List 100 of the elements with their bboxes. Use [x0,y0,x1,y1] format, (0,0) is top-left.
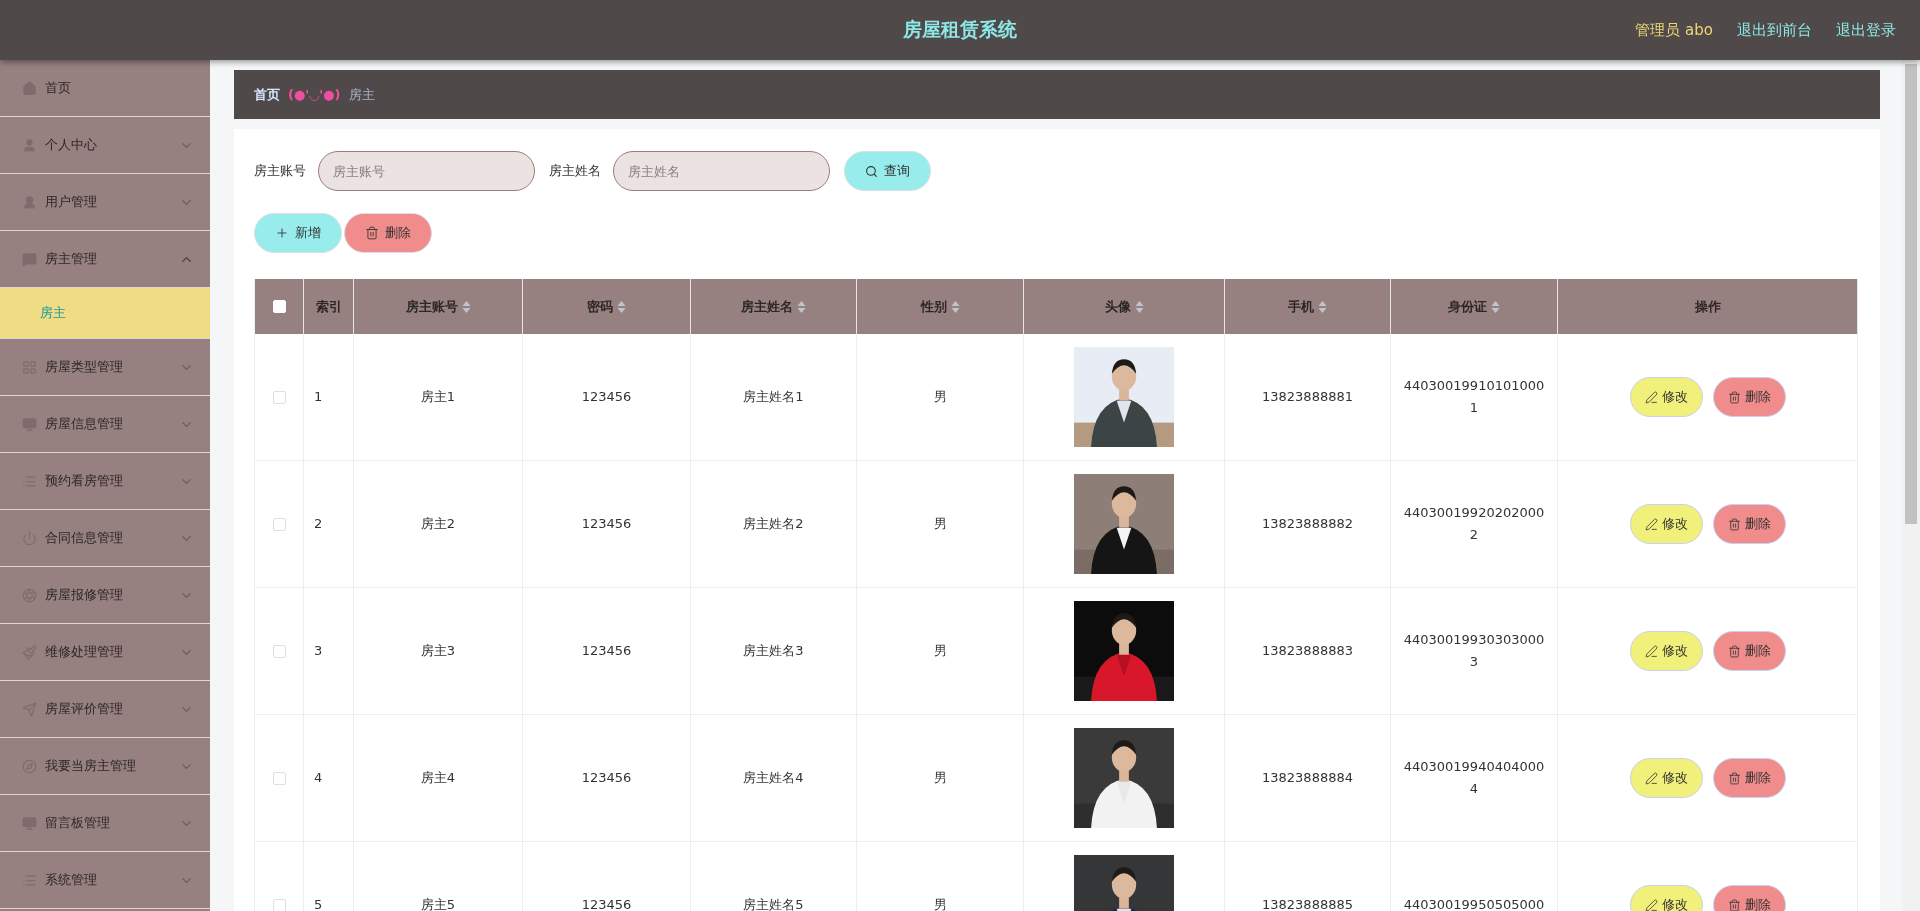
table-cell: 男 [857,588,1024,715]
table-cell: 13823888885 [1225,842,1391,911]
edit-button[interactable]: 修改 [1629,631,1703,671]
menu-item[interactable]: 房屋报修管理 [0,567,210,624]
table-cell: 123456 [523,334,691,461]
trash-icon [1727,898,1741,911]
column-header[interactable]: 性别 [857,279,1024,334]
menu-label: 房屋评价管理 [45,700,124,718]
table-cell: 男 [857,334,1024,461]
table-cell: 440300199404040004 [1391,715,1558,842]
sort-icon[interactable] [797,299,806,314]
table-cell: 4 [304,715,354,842]
table-cell: 房主3 [354,588,523,715]
sort-icon[interactable] [617,299,626,314]
add-button[interactable]: 新增 [254,213,342,253]
table-cell: 男 [857,715,1024,842]
search-field[interactable]: 房主姓名 [613,151,830,191]
edit-button[interactable]: 修改 [1629,504,1703,544]
column-header: 索引 [304,279,354,334]
home-icon [22,80,37,96]
menu-label: 房主管理 [45,250,98,268]
row-checkbox[interactable] [272,644,286,658]
trash-icon [1727,390,1741,404]
header-link[interactable]: 退出登录 [1836,20,1896,40]
sort-icon[interactable] [1318,299,1327,314]
edit-button[interactable]: 修改 [1629,377,1703,417]
table-cell: 房主姓名1 [691,334,857,461]
list-icon [22,872,37,888]
scrollbar[interactable] [1902,60,1920,911]
table-cell: 房主5 [354,842,523,911]
search-field[interactable]: 房主账号 [318,151,535,191]
sort-icon[interactable] [950,299,960,314]
pencil-icon [1644,517,1658,531]
menu-item[interactable]: 首页 [0,60,210,117]
app-title: 房屋租赁系统 [903,17,1017,42]
brush-icon [22,644,37,660]
column-header[interactable]: 头像 [1024,279,1225,334]
search-icon [865,164,878,178]
menu-item[interactable]: 房屋评价管理 [0,681,210,738]
table-cell: 2 [304,461,354,588]
sort-icon[interactable] [1134,299,1144,314]
table-cell: 房主姓名5 [691,842,857,911]
select-all-checkbox[interactable] [272,300,286,313]
sort-icon[interactable] [1491,299,1500,314]
menu-item[interactable]: 个人中心 [0,117,210,174]
table-cell: 男 [857,842,1024,911]
menu-label: 系统管理 [45,871,98,889]
menu-item[interactable]: 预约看房管理 [0,453,210,510]
row-checkbox[interactable] [272,390,286,404]
table-cell: 房主姓名3 [691,588,857,715]
menu-item[interactable]: 房屋信息管理 [0,396,210,453]
power-icon [22,530,37,546]
trash-icon [1727,771,1741,785]
row-checkbox[interactable] [272,517,286,531]
header-link[interactable]: 退出到前台 [1737,20,1812,40]
menu-item[interactable]: 合同信息管理 [0,510,210,567]
table-cell: 13823888881 [1225,334,1391,461]
table-cell: 44030019950505000 [1391,842,1558,911]
column-header[interactable]: 密码 [523,279,691,334]
menu-item[interactable]: 系统管理 [0,852,210,909]
edit-button[interactable]: 修改 [1629,758,1703,798]
delete-button[interactable]: 删除 [1712,758,1786,798]
monitor-icon [22,815,37,831]
search-button[interactable]: 查询 [844,151,931,191]
submenu-item[interactable]: 房主 [0,288,210,339]
menu-item[interactable]: 房屋类型管理 [0,339,210,396]
menu-item[interactable]: 我要当房主管理 [0,738,210,795]
row-checkbox[interactable] [272,898,286,911]
row-checkbox[interactable] [272,771,286,785]
list-icon [22,473,37,489]
chat-icon [22,251,37,267]
user-name: 管理员 abo [1635,20,1713,40]
table-cell: 房主姓名2 [691,461,857,588]
pencil-icon [1644,898,1658,911]
table-cell: 123456 [523,588,691,715]
table-cell: 1 [304,334,354,461]
menu-label: 预约看房管理 [45,472,124,490]
menu-item[interactable]: 维修处理管理 [0,624,210,681]
sort-icon[interactable] [461,299,471,314]
scrollbar-thumb[interactable] [1905,64,1917,524]
edit-button[interactable]: 修改 [1629,885,1703,911]
table-cell: 5 [304,842,354,911]
menu-item[interactable]: 留言板管理 [0,795,210,852]
delete-button[interactable]: 删除 [1712,504,1786,544]
column-header[interactable]: 手机 [1225,279,1391,334]
breadcrumb-link[interactable]: 首页 [254,85,280,104]
delete-button[interactable]: 删除 [1712,377,1786,417]
pencil-icon [1644,771,1658,785]
delete-button[interactable]: 删除 [1712,631,1786,671]
menu-label: 用户管理 [45,193,98,211]
column-header[interactable]: 身份证 [1391,279,1558,334]
delete-button[interactable]: 删除 [344,213,432,253]
table-cell: 13823888882 [1225,461,1391,588]
column-header[interactable]: 房主账号 [354,279,523,334]
user-icon [22,194,37,210]
column-header[interactable]: 房主姓名 [691,279,857,334]
delete-button[interactable]: 删除 [1712,885,1786,911]
menu-item[interactable]: 用户管理 [0,174,210,231]
menu-label: 合同信息管理 [45,529,124,547]
table-cell: 440300199101010001 [1391,334,1558,461]
